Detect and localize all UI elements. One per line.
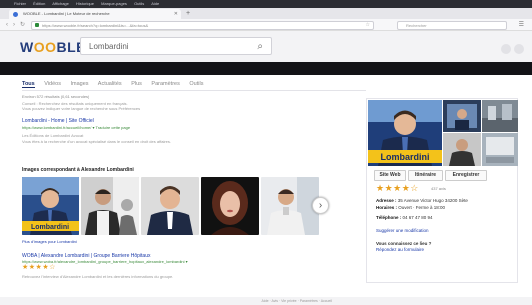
forward-icon[interactable]: › bbox=[13, 20, 15, 30]
panel-side-image[interactable] bbox=[482, 133, 518, 166]
result-snippet: Vous êtes à la recherche d'un avocat spé… bbox=[22, 139, 172, 144]
wooble-logo[interactable]: WOOBLE bbox=[20, 40, 86, 54]
site-header: WOOBLE Lombardini ⌕ bbox=[0, 31, 532, 62]
carousel-next-button[interactable]: › bbox=[312, 197, 329, 214]
panel-side-image[interactable] bbox=[443, 100, 481, 132]
tab-settings[interactable]: Paramètres bbox=[151, 81, 179, 87]
image-thumbnail[interactable] bbox=[261, 177, 319, 235]
portrait-image bbox=[261, 177, 319, 235]
hours-label: Horaires : bbox=[376, 205, 398, 210]
panel-main-image[interactable]: Lombardini bbox=[368, 100, 442, 166]
favicon-icon bbox=[13, 12, 18, 17]
header-icons bbox=[498, 41, 524, 59]
images-heading[interactable]: Images correspondant à Alexandre Lombard… bbox=[22, 167, 134, 173]
result-url[interactable]: https://www.lombardini.fr/accueil/home/ … bbox=[22, 125, 130, 130]
tab-images[interactable]: Images bbox=[71, 81, 89, 87]
back-icon[interactable]: ‹ bbox=[6, 20, 8, 30]
browser-search-placeholder: Rechercher bbox=[406, 23, 427, 28]
portrait-image bbox=[201, 177, 259, 235]
nav-divider bbox=[22, 90, 366, 91]
image-thumbnail[interactable] bbox=[201, 177, 259, 235]
tab-more[interactable]: Plus bbox=[131, 81, 142, 87]
tab-strip: WOOBLE - Lombardini | Le Moteur de reche… bbox=[0, 8, 532, 19]
image-thumbnail[interactable] bbox=[141, 177, 199, 235]
page-footer: Aide · Avis · Vie privée · Paramètres · … bbox=[0, 297, 532, 305]
bookmark-star-icon[interactable]: ☆ bbox=[366, 22, 370, 29]
browser-menubar: Fichier Édition Affichage Historique Mar… bbox=[0, 0, 532, 8]
search-query: Lombardini bbox=[89, 42, 129, 51]
menu-history[interactable]: Historique bbox=[76, 1, 94, 6]
know-place-heading: Vous connaissez ce lieu ? bbox=[376, 241, 432, 246]
panel-side-image[interactable] bbox=[443, 133, 481, 166]
menu-edit[interactable]: Édition bbox=[33, 1, 45, 6]
save-button[interactable]: Enregistrer bbox=[445, 170, 487, 181]
lock-icon bbox=[35, 23, 39, 27]
result-snippet: Retrouvez l'interview d'Alexandre Lombar… bbox=[22, 274, 174, 279]
hours-value: Ouvert · Ferme à 18:00 bbox=[398, 205, 446, 210]
banner-strip bbox=[0, 62, 532, 75]
tab-all[interactable]: Tous bbox=[22, 81, 35, 88]
menu-view[interactable]: Affichage bbox=[52, 1, 69, 6]
address-text: https://www.wooble.fr/search?q=lombardin… bbox=[42, 23, 149, 28]
website-button[interactable]: Site Web bbox=[374, 170, 406, 181]
review-count[interactable]: 437 avis bbox=[431, 186, 446, 191]
search-tabs: Tous Vidéos Images Actualités Plus Param… bbox=[22, 79, 352, 89]
tab-tools[interactable]: Outils bbox=[189, 81, 203, 87]
phone-value: 04 67 47 80 94 bbox=[402, 215, 433, 220]
panel-side-image[interactable] bbox=[482, 100, 518, 132]
portrait-image bbox=[141, 177, 199, 235]
menu-bookmarks[interactable]: Marque-pages bbox=[101, 1, 127, 6]
knowledge-panel: Lombardini Site Web Itinéraire Enregistr… bbox=[366, 98, 518, 283]
hours-row: Horaires : Ouvert · Ferme à 18:00 bbox=[376, 205, 445, 210]
portrait-image bbox=[81, 177, 139, 235]
apps-icon[interactable] bbox=[501, 44, 511, 54]
address-label: Adresse : bbox=[376, 198, 397, 203]
reload-icon[interactable]: ↻ bbox=[20, 20, 25, 30]
result-count: Environ 572 résultats (0,61 secondes) bbox=[22, 94, 90, 99]
browser-search-field[interactable]: Rechercher bbox=[397, 21, 507, 30]
tab-news[interactable]: Actualités bbox=[98, 81, 122, 87]
directions-button[interactable]: Itinéraire bbox=[408, 170, 443, 181]
browser-tab[interactable]: WOOBLE - Lombardini | Le Moteur de reche… bbox=[9, 9, 181, 19]
phone-row: Téléphone : 04 67 47 80 94 bbox=[376, 215, 433, 220]
address-value: 35 Avenue Victor Hugo 34200 Sète bbox=[397, 198, 468, 203]
phone-label: Téléphone : bbox=[376, 215, 402, 220]
search-icon[interactable]: ⌕ bbox=[257, 38, 263, 56]
suggest-edit-link[interactable]: Suggérer une modification bbox=[376, 228, 429, 233]
menu-hamburger-icon[interactable]: ☰ bbox=[519, 20, 524, 30]
image-thumbnail[interactable] bbox=[81, 177, 139, 235]
rating-stars: ★★★★☆ bbox=[22, 264, 56, 271]
answer-form-link[interactable]: Répondez au formulaire bbox=[376, 247, 424, 252]
more-images-link[interactable]: Plus d'images pour Lombardini bbox=[22, 239, 77, 244]
search-input[interactable]: Lombardini ⌕ bbox=[80, 37, 272, 55]
browser-toolbar: ‹ › ↻ https://www.wooble.fr/search?q=lom… bbox=[0, 19, 532, 31]
new-tab-icon[interactable]: + bbox=[186, 8, 190, 19]
menu-file[interactable]: Fichier bbox=[14, 1, 26, 6]
image-thumbnail[interactable]: Lombardini bbox=[22, 177, 79, 235]
address-bar[interactable]: https://www.wooble.fr/search?q=lombardin… bbox=[31, 21, 374, 30]
portrait-image: Lombardini bbox=[22, 177, 79, 235]
address-row: Adresse : 35 Avenue Victor Hugo 34200 Sè… bbox=[376, 198, 468, 203]
result-snippet: Les Éditions de Lombardini Avocat bbox=[22, 133, 84, 138]
tab-title: WOOBLE - Lombardini | Le Moteur de reche… bbox=[23, 11, 110, 16]
tab-videos[interactable]: Vidéos bbox=[44, 81, 61, 87]
thumb-caption: Lombardini bbox=[31, 224, 69, 231]
panel-brand-text: Lombardini bbox=[381, 152, 430, 162]
result-title[interactable]: Lombardini - Home | Site Officiel bbox=[22, 118, 94, 124]
menu-help[interactable]: Aide bbox=[151, 1, 159, 6]
menu-tools[interactable]: Outils bbox=[134, 1, 144, 6]
panel-rating-stars: ★★★★☆ bbox=[376, 183, 419, 193]
account-icon[interactable] bbox=[514, 44, 524, 54]
related-hint-2: Vous pouvez indiquer votre langue de rec… bbox=[22, 106, 141, 111]
close-tab-icon[interactable]: ✕ bbox=[174, 9, 178, 19]
